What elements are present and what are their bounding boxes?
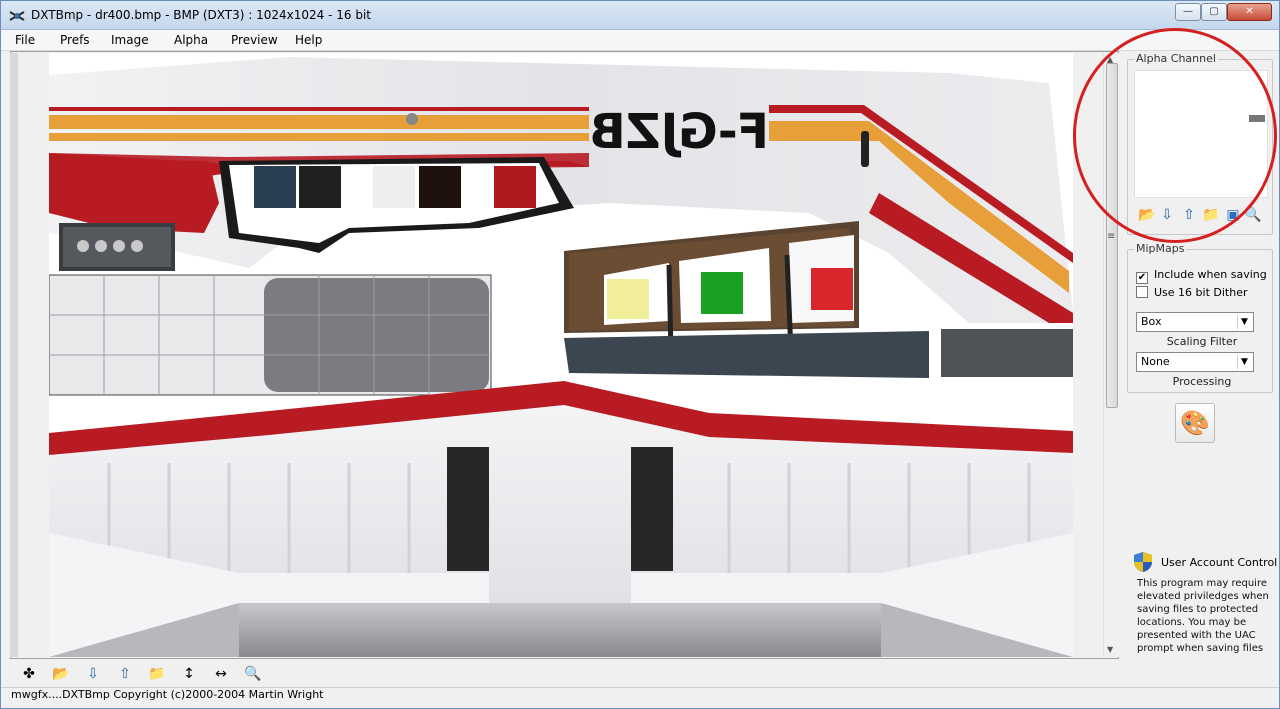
crosshair-icon[interactable]: ✤ <box>18 663 40 685</box>
open-folder-icon[interactable]: 📂 <box>50 663 72 685</box>
canvas-left-edge <box>10 53 18 657</box>
alpha-channel-group: Alpha Channel 📂 ⇩ ⇧ 📁 ▣ 🔍 <box>1127 52 1273 235</box>
use-16bit-dither-checkbox[interactable]: Use 16 bit Dither <box>1136 286 1248 299</box>
checkbox-unchecked[interactable] <box>1136 286 1148 298</box>
app-icon <box>9 11 25 21</box>
resize-horizontal-icon[interactable]: ↔ <box>210 663 232 685</box>
alpha-thumbnail-mark <box>1249 115 1265 122</box>
aircraft-texture-image: F-GJZB <box>49 57 1073 657</box>
menu-help[interactable]: Help <box>295 33 322 47</box>
swatch-black <box>299 166 341 208</box>
close-button[interactable]: ✕ <box>1227 3 1272 21</box>
palette-button[interactable]: 🎨 <box>1175 403 1215 443</box>
scroll-down-arrow[interactable]: ▼ <box>1107 645 1113 654</box>
processing-select[interactable]: None ▼ <box>1136 352 1254 372</box>
image-icon[interactable]: ▣ <box>1224 206 1242 224</box>
window-title: DXTBmp - dr400.bmp - BMP (DXT3) : 1024x1… <box>31 8 371 22</box>
menu-alpha[interactable]: Alpha <box>174 33 208 47</box>
status-bar: mwgfx....DXTBmp Copyright (c)2000-2004 M… <box>1 687 1279 708</box>
registration-text: F-GJZB <box>589 104 769 160</box>
menu-prefs[interactable]: Prefs <box>60 33 90 47</box>
open-folder-icon[interactable]: 📂 <box>1138 206 1156 224</box>
swatch-navy <box>254 166 296 208</box>
menu-image[interactable]: Image <box>111 33 149 47</box>
scaling-filter-caption: Scaling Filter <box>1166 335 1238 348</box>
status-text: mwgfx....DXTBmp Copyright (c)2000-2004 M… <box>11 688 324 701</box>
alpha-channel-legend: Alpha Channel <box>1134 52 1218 65</box>
mipmaps-group: MipMaps ✔ Include when saving Use 16 bit … <box>1127 242 1273 393</box>
export-icon[interactable]: ⇧ <box>1180 206 1198 224</box>
chevron-down-icon[interactable]: ▼ <box>1237 315 1251 329</box>
right-panel: Alpha Channel 📂 ⇩ ⇧ 📁 ▣ 🔍 MipMaps ✔ Inclu… <box>1123 51 1279 659</box>
use-16bit-dither-label: Use 16 bit Dither <box>1154 286 1248 299</box>
include-when-saving-label: Include when saving <box>1154 268 1267 281</box>
mipmaps-legend: MipMaps <box>1134 242 1187 255</box>
resize-vertical-icon[interactable]: ↕ <box>178 663 200 685</box>
app-window: DXTBmp - dr400.bmp - BMP (DXT3) : 1024x1… <box>0 0 1280 709</box>
import-icon[interactable]: ⇩ <box>1158 206 1176 224</box>
swatch-dark-brown <box>419 166 461 208</box>
swatch-red <box>494 166 536 208</box>
checkbox-checked[interactable]: ✔ <box>1136 272 1148 284</box>
import-icon[interactable]: ⇩ <box>82 663 104 685</box>
folder-icon[interactable]: 📁 <box>146 663 168 685</box>
palette-icon: 🎨 <box>1180 409 1210 437</box>
scroll-grip: ≡ <box>1107 231 1116 242</box>
processing-value: None <box>1141 355 1170 368</box>
export-icon[interactable]: ⇧ <box>114 663 136 685</box>
scaling-filter-select[interactable]: Box ▼ <box>1136 312 1254 332</box>
menu-bar: File Prefs Image Alpha Preview Help <box>1 30 1279 51</box>
zoom-icon[interactable]: 🔍 <box>1244 206 1262 224</box>
zoom-icon[interactable]: 🔍 <box>242 663 264 685</box>
alpha-preview[interactable] <box>1134 70 1268 198</box>
uac-message: This program may require elevated privil… <box>1137 578 1269 654</box>
uac-title: User Account Control <box>1161 556 1278 569</box>
menu-file[interactable]: File <box>15 33 35 47</box>
chevron-down-icon[interactable]: ▼ <box>1237 355 1251 369</box>
scaling-filter-value: Box <box>1141 315 1162 328</box>
include-when-saving-checkbox[interactable]: ✔ Include when saving <box>1136 268 1267 284</box>
maximize-button[interactable]: ▢ <box>1201 3 1227 21</box>
canvas-vertical-scrollbar[interactable]: ▲ ≡ ▼ <box>1103 53 1119 657</box>
minimize-button[interactable]: — <box>1175 3 1201 21</box>
title-bar: DXTBmp - dr400.bmp - BMP (DXT3) : 1024x1… <box>1 1 1279 30</box>
bottom-toolbar: ✤ 📂 ⇩ ⇧ 📁 ↕ ↔ 🔍 <box>10 661 1280 687</box>
uac-shield-icon <box>1134 552 1152 572</box>
menu-preview[interactable]: Preview <box>231 33 278 47</box>
processing-caption: Processing <box>1172 375 1232 388</box>
texture-canvas[interactable]: F-GJZB <box>49 53 1073 657</box>
folder-icon[interactable]: 📁 <box>1202 206 1220 224</box>
swatch-white <box>373 166 415 208</box>
